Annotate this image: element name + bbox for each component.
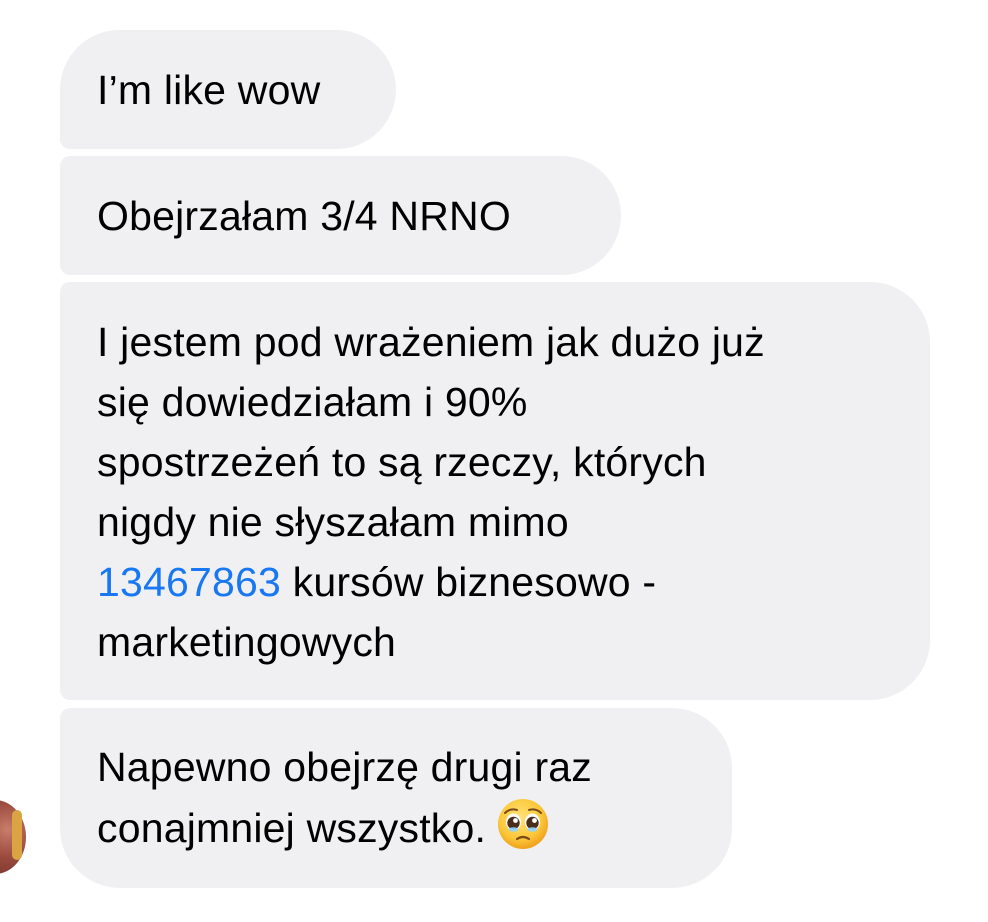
message-line: I jestem pod wrażeniem jak dużo już — [97, 319, 765, 365]
message-line-with-emoji: conajmniej wszystko. — [97, 797, 732, 858]
message-bubble-4[interactable]: Napewno obejrzę drugi raz conajmniej wsz… — [60, 708, 732, 888]
message-line: się dowiedziałam i 90% — [97, 379, 528, 425]
message-bubble-3[interactable]: I jestem pod wrażeniem jak dużo już się … — [60, 282, 930, 700]
avatar-hair-detail — [12, 810, 22, 860]
message-line: marketingowych — [97, 619, 397, 665]
message-line: Napewno obejrzę drugi raz — [97, 744, 592, 790]
message-line-text: conajmniej wszystko. — [97, 805, 487, 851]
phone-number-link[interactable]: 13467863 — [97, 559, 281, 605]
message-text: I’m like wow — [97, 67, 321, 113]
message-text: Obejrzałam 3/4 NRNO — [97, 193, 511, 239]
message-bubble-1[interactable]: I’m like wow — [60, 30, 396, 149]
message-line: nigdy nie słyszałam mimo — [97, 499, 569, 545]
message-line-with-link: 13467863 kursów biznesowo - — [97, 552, 900, 612]
pleading-face-emoji-icon — [496, 797, 550, 851]
message-line: spostrzeżeń to są rzeczy, których — [97, 439, 707, 485]
message-bubble-2[interactable]: Obejrzałam 3/4 NRNO — [60, 156, 621, 275]
sender-avatar[interactable] — [0, 800, 26, 874]
message-line-text: kursów biznesowo - — [281, 559, 657, 605]
